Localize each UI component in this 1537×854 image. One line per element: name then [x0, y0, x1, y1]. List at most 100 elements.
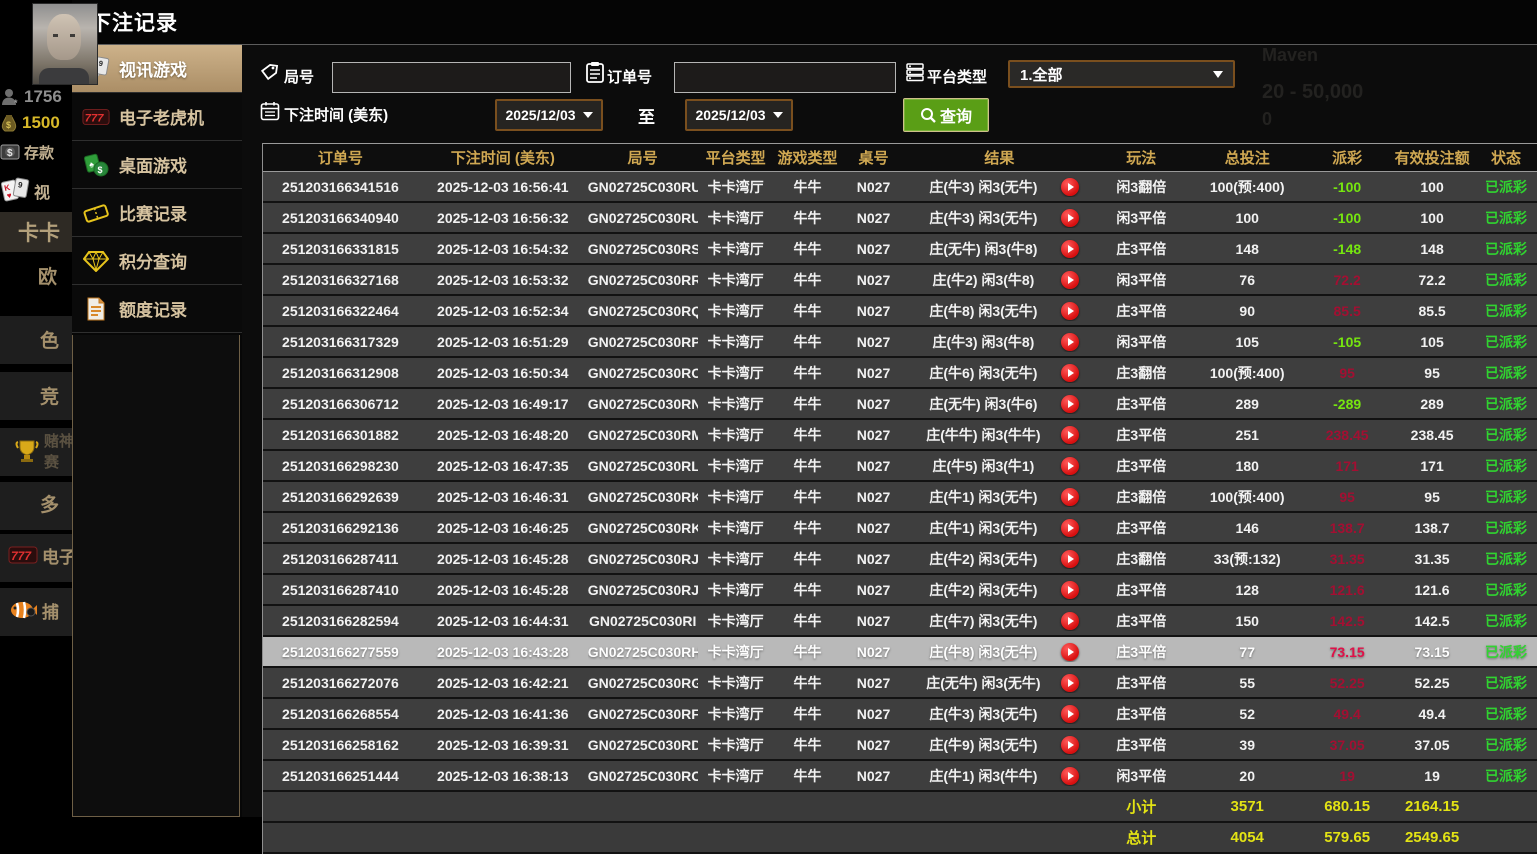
table-row[interactable]: 251203166292136 2025-12-03 16:46:25 GN02… [263, 513, 1537, 544]
menu-item-table-games[interactable]: ♠$ 桌面游戏 [72, 141, 242, 189]
play-video-icon[interactable] [1061, 488, 1079, 506]
nav-video-item[interactable]: K♥9 视 [0, 176, 72, 206]
menu-item-slots[interactable]: 777 电子老虎机 [72, 93, 242, 141]
play-video-icon[interactable] [1061, 209, 1079, 227]
cell-game: 牛牛 [774, 735, 842, 755]
cell-bet: 20 [1189, 768, 1305, 784]
cell-table: N027 [842, 303, 906, 319]
cell-status: 已派彩 [1475, 456, 1537, 476]
play-video-icon[interactable] [1061, 178, 1079, 196]
menu-item-quota-records[interactable]: 额度记录 [72, 285, 242, 333]
round-input[interactable] [332, 62, 571, 93]
play-video-icon[interactable] [1061, 674, 1079, 692]
menu-item-points-query[interactable]: 积分查询 [72, 237, 242, 285]
play-video-icon[interactable] [1061, 612, 1079, 630]
category-jing[interactable]: 竞 [0, 382, 72, 408]
play-video-icon[interactable] [1061, 271, 1079, 289]
cell-round: GN02725C030RU [588, 210, 698, 226]
table-row[interactable]: 251203166317329 2025-12-03 16:51:29 GN02… [263, 327, 1537, 358]
category-slots[interactable]: 777 电子 [0, 540, 72, 570]
table-row[interactable]: 251203166301882 2025-12-03 16:48:20 GN02… [263, 420, 1537, 451]
cell-order: 251203166287411 [263, 551, 418, 567]
table-row[interactable]: 251203166282594 2025-12-03 16:44:31 GN02… [263, 606, 1537, 637]
cell-table: N027 [842, 675, 906, 691]
cell-table: N027 [842, 737, 906, 753]
cell-platform: 卡卡湾厅 [698, 735, 774, 755]
deposit-item[interactable]: $ 存款 [0, 140, 72, 164]
cell-platform: 卡卡湾厅 [698, 301, 774, 321]
category-sedie[interactable]: 色 [0, 326, 72, 352]
result-text: 庄(牛8) 闲3(无牛) [905, 642, 1061, 662]
cell-result: 庄(牛3) 闲3(牛8) [905, 332, 1093, 352]
table-row[interactable]: 251203166331815 2025-12-03 16:54:32 GN02… [263, 234, 1537, 265]
cell-play: 庄3平倍 [1093, 518, 1189, 538]
play-video-icon[interactable] [1061, 395, 1079, 413]
user-avatar[interactable] [32, 3, 98, 85]
cell-platform: 卡卡湾厅 [698, 363, 774, 383]
play-video-icon[interactable] [1061, 302, 1079, 320]
category-tournament[interactable]: 赌神赛 [0, 434, 72, 468]
table-row[interactable]: 251203166312908 2025-12-03 16:50:34 GN02… [263, 358, 1537, 389]
play-video-icon[interactable] [1061, 705, 1079, 723]
cell-play: 闲3翻倍 [1093, 177, 1189, 197]
play-video-icon[interactable] [1061, 333, 1079, 351]
search-button[interactable]: 查询 [903, 98, 989, 132]
result-text: 庄(牛8) 闲3(无牛) [905, 301, 1061, 321]
category-multi[interactable]: 多 [0, 490, 72, 516]
cell-play: 闲3平倍 [1093, 332, 1189, 352]
table-row[interactable]: 251203166268554 2025-12-03 16:41:36 GN02… [263, 699, 1537, 730]
play-video-icon[interactable] [1061, 736, 1079, 754]
cell-valid: 100 [1389, 179, 1475, 195]
play-video-icon[interactable] [1061, 581, 1079, 599]
cell-valid: 31.35 [1389, 551, 1475, 567]
slot-777-icon: 777 [82, 104, 110, 130]
result-text: 庄(牛3) 闲3(无牛) [905, 208, 1061, 228]
cell-play: 庄3平倍 [1093, 301, 1189, 321]
cell-table: N027 [842, 582, 906, 598]
category-fishing[interactable]: 捕 [0, 594, 72, 626]
col-header-result: 结果 [905, 147, 1093, 168]
cell-result: 庄(牛1) 闲3(无牛) [905, 518, 1093, 538]
play-video-icon[interactable] [1061, 240, 1079, 258]
date-to-picker[interactable]: 2025/12/03 [685, 99, 793, 131]
cell-order: 251203166272076 [263, 675, 418, 691]
col-header-round: 局号 [588, 147, 698, 168]
cell-result: 庄(牛6) 闲3(无牛) [905, 363, 1093, 383]
table-row[interactable]: 251203166258162 2025-12-03 16:39:31 GN02… [263, 730, 1537, 761]
date-from-picker[interactable]: 2025/12/03 [495, 99, 603, 131]
table-row[interactable]: 251203166306712 2025-12-03 16:49:17 GN02… [263, 389, 1537, 420]
cell-round: GN02725C030RL [588, 458, 698, 474]
table-row[interactable]: 251203166340940 2025-12-03 16:56:32 GN02… [263, 203, 1537, 234]
order-input[interactable] [674, 62, 896, 93]
cell-payout: 121.6 [1305, 582, 1389, 598]
deposit-icon: $ [0, 144, 20, 160]
play-video-icon[interactable] [1061, 550, 1079, 568]
table-body: 251203166341516 2025-12-03 16:56:41 GN02… [263, 172, 1537, 792]
menu-item-match-records[interactable]: 比赛记录 [72, 189, 242, 237]
cell-table: N027 [842, 334, 906, 350]
table-row[interactable]: 251203166292639 2025-12-03 16:46:31 GN02… [263, 482, 1537, 513]
table-row[interactable]: 251203166287411 2025-12-03 16:45:28 GN02… [263, 544, 1537, 575]
cell-table: N027 [842, 768, 906, 784]
play-video-icon[interactable] [1061, 519, 1079, 537]
table-row[interactable]: 251203166322464 2025-12-03 16:52:34 GN02… [263, 296, 1537, 327]
table-row[interactable]: 251203166251444 2025-12-03 16:38:13 GN02… [263, 761, 1537, 792]
play-video-icon[interactable] [1061, 457, 1079, 475]
cell-platform: 卡卡湾厅 [698, 394, 774, 414]
table-row[interactable]: 251203166277559 2025-12-03 16:43:28 GN02… [263, 637, 1537, 668]
platform-select[interactable]: 1.全部 [1008, 60, 1235, 88]
table-row[interactable]: 251203166327168 2025-12-03 16:53:32 GN02… [263, 265, 1537, 296]
category-europe[interactable]: 欧 [0, 262, 72, 288]
cell-order: 251203166331815 [263, 241, 418, 257]
table-row[interactable]: 251203166341516 2025-12-03 16:56:41 GN02… [263, 172, 1537, 203]
play-video-icon[interactable] [1061, 364, 1079, 382]
table-row[interactable]: 251203166298230 2025-12-03 16:47:35 GN02… [263, 451, 1537, 482]
table-row[interactable]: 251203166287410 2025-12-03 16:45:28 GN02… [263, 575, 1537, 606]
cell-round: GN02725C030RC [588, 768, 698, 784]
play-video-icon[interactable] [1061, 426, 1079, 444]
cell-platform: 卡卡湾厅 [698, 642, 774, 662]
play-video-icon[interactable] [1061, 767, 1079, 785]
table-row[interactable]: 251203166272076 2025-12-03 16:42:21 GN02… [263, 668, 1537, 699]
play-video-icon[interactable] [1061, 643, 1079, 661]
cell-round: GN02725C030RS [588, 241, 698, 257]
